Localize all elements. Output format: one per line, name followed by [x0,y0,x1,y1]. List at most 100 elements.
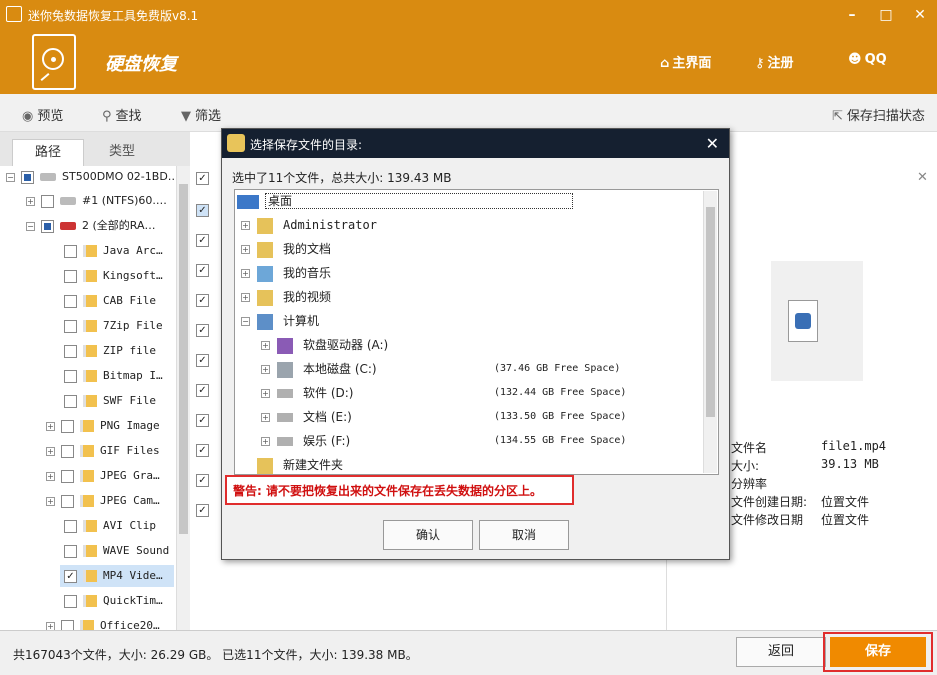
export-icon: ⇱ [832,109,843,124]
eye-icon: ◉ [22,109,34,124]
search-button[interactable]: ⚲ 查找 [102,105,142,124]
prop-key: 文件创建日期: [731,495,808,509]
dir-videos[interactable]: + 我的视频 [241,287,331,307]
checkbox-checked[interactable]: ✓ [196,294,209,307]
tree-item[interactable]: + GIF Files [46,440,160,462]
search-icon: ⚲ [102,109,112,124]
close-window-button[interactable]: ✕ [908,4,932,26]
tab-path[interactable]: 路径 [12,139,84,166]
checkbox-checked[interactable]: ✓ [196,234,209,247]
back-button[interactable]: 返回 [736,637,826,667]
prop-key: 大小: [731,459,760,473]
music-folder-icon [257,265,273,282]
dialog-title-bar: 选择保存文件的目录: ✕ [222,129,729,158]
tree-node-partition2[interactable]: −2 (全部的RA… [26,215,156,237]
tree-item[interactable]: ZIP file [64,340,156,362]
app-header: 硬盘恢复 ⌂ 主界面 ⚷ 注册 ☻ QQ [0,30,937,94]
dir-computer[interactable]: − 计算机 [241,311,319,331]
tree-item[interactable]: QuickTim… [64,590,163,612]
confirm-button[interactable]: 确认 [383,520,473,550]
dialog-scrollbar[interactable] [703,191,717,473]
tree-item[interactable]: AVI Clip [64,515,156,537]
dir-administrator[interactable]: + Administrator [241,215,377,235]
checkbox[interactable] [41,194,54,208]
register-nav[interactable]: ⚷ 注册 [755,52,794,71]
preview-button[interactable]: ◉ 预览 [22,105,63,124]
minimize-button[interactable]: – [840,4,864,26]
system-drive-icon [277,361,293,378]
dialog-close-button[interactable]: ✕ [706,134,719,153]
tree-item[interactable]: Java Arc… [64,240,163,262]
dir-drive-a[interactable]: + 软盘驱动器 (A:) [261,335,701,355]
checkbox-checked[interactable]: ✓ [196,384,209,397]
tree-item[interactable]: Kingsoft… [64,265,163,287]
tree-item[interactable]: + JPEG Cam… [46,490,160,512]
tree-item[interactable]: + PNG Image [46,415,160,437]
checkbox-checked[interactable]: ✓ [196,504,209,517]
drive-icon [277,437,293,446]
checkbox-checked[interactable]: ✓ [196,204,209,217]
dir-drive-e[interactable]: + 文档 (E:) (133.50 GB Free Space) [261,407,701,427]
prop-key: 文件修改日期 [731,513,804,527]
scroll-thumb[interactable] [179,184,188,534]
qq-icon: ☻ [848,52,862,67]
save-button[interactable]: 保存 [830,637,926,667]
dir-new-folder[interactable]: 新建文件夹 [257,455,343,474]
warning-message: 警告: 请不要把恢复出来的文件保存在丢失数据的分区上。 [225,475,574,505]
checkbox-checked[interactable]: ✓ [196,324,209,337]
checkbox-checked[interactable]: ✓ [196,172,209,185]
dir-documents[interactable]: + 我的文档 [241,239,331,259]
save-directory-dialog: 选择保存文件的目录: ✕ 选中了11个文件，总共大小: 139.43 MB 桌面… [221,128,730,560]
save-scan-button[interactable]: ⇱ 保存扫描状态 [832,105,925,124]
floppy-icon [277,337,293,354]
file-tree: − ST500DMO 02-1BD… + #1 (NTFS)60.… −2 (全部的… [0,166,176,630]
prop-value: 位置文件 [821,495,870,509]
filter-button[interactable]: ▼ 筛选 [181,105,221,124]
checkbox-checked[interactable]: ✓ [196,414,209,427]
checkbox-checked[interactable]: ✓ [196,444,209,457]
drive-icon [277,389,293,398]
tree-item[interactable]: + Office20… [46,615,160,630]
cancel-button[interactable]: 取消 [479,520,569,550]
folder-icon [80,470,94,482]
dir-music[interactable]: + 我的音乐 [241,263,331,283]
tree-item[interactable]: SWF File [64,390,156,412]
dir-desktop[interactable]: 桌面 [237,191,574,211]
prop-value: 位置文件 [821,513,870,527]
folder-icon [83,545,97,557]
folder-icon [80,495,94,507]
checkbox-checked[interactable]: ✓ [64,569,77,583]
tree-item[interactable]: Bitmap I… [64,365,163,387]
checkbox-checked[interactable]: ✓ [196,474,209,487]
tree-item[interactable]: WAVE Sound [64,540,169,562]
video-folder-icon [257,289,273,306]
prop-key: 分辨率 [731,477,768,491]
checkbox[interactable] [21,170,34,184]
tree-item[interactable]: CAB File [64,290,156,312]
qq-nav[interactable]: ☻ QQ [848,52,887,67]
home-nav[interactable]: ⌂ 主界面 [660,52,711,71]
folder-icon [257,457,273,474]
dir-drive-f[interactable]: + 娱乐 (F:) (134.55 GB Free Space) [261,431,701,451]
tree-scrollbar[interactable] [176,166,190,630]
tree-node-partition1[interactable]: + #1 (NTFS)60.… [26,190,167,212]
maximize-button[interactable]: □ [874,4,898,26]
user-folder-icon [257,217,273,234]
tree-node-disk[interactable]: − ST500DMO 02-1BD… [6,166,176,188]
close-preview-icon[interactable]: ✕ [917,170,928,185]
tab-type[interactable]: 类型 [86,139,158,166]
scroll-thumb[interactable] [706,207,715,417]
checkbox[interactable] [41,219,54,233]
drive-icon [60,197,76,205]
dir-drive-c[interactable]: + 本地磁盘 (C:) (37.46 GB Free Space) [261,359,701,379]
checkbox-checked[interactable]: ✓ [196,264,209,277]
tree-item-selected[interactable]: ✓ MP4 Vide… [60,565,174,587]
tree-item[interactable]: 7Zip File [64,315,163,337]
app-icon [6,6,22,22]
checkbox-checked[interactable]: ✓ [196,354,209,367]
folder-icon [83,595,97,607]
folder-icon [83,370,97,382]
dir-drive-d[interactable]: + 软件 (D:) (132.44 GB Free Space) [261,383,701,403]
tree-item[interactable]: + JPEG Gra… [46,465,160,487]
app-title: 硬盘恢复 [105,54,177,75]
